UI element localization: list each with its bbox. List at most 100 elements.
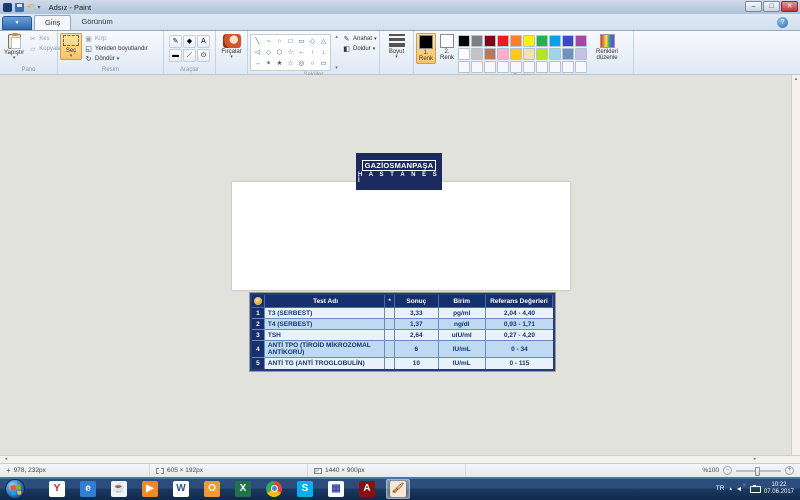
shapes-scrollbar[interactable]: ▴▾ <box>333 34 340 71</box>
shape-button[interactable]: ◇ <box>307 36 318 47</box>
taskbar-icon-word[interactable]: W <box>169 479 193 499</box>
shape-button[interactable]: ○ <box>307 58 318 69</box>
paste-button[interactable]: Yapıştır▾ <box>2 33 26 61</box>
select-button[interactable]: Seç▾ <box>60 33 82 60</box>
drawing-workspace[interactable]: GAZİOSMANPAŞA H A S T A N E S İ Test Adı… <box>0 75 800 455</box>
help-icon[interactable]: ? <box>777 17 788 28</box>
taskbar-icon-outlook[interactable]: O <box>200 479 224 499</box>
palette-color[interactable] <box>549 35 561 47</box>
palette-empty-slot[interactable] <box>523 61 535 73</box>
scroll-left-icon[interactable]: ◂ <box>1 456 11 463</box>
taskbar-icon-adobe-reader[interactable]: A <box>355 479 379 499</box>
outline-button[interactable]: ✎Anahat▾ <box>342 35 377 43</box>
tool-button[interactable]: ⟋ <box>183 49 196 62</box>
copy-button[interactable]: ▱Kopyala <box>28 45 61 53</box>
palette-empty-slot[interactable] <box>575 61 587 73</box>
undo-icon[interactable]: ↶ <box>27 3 35 12</box>
palette-empty-slot[interactable] <box>497 61 509 73</box>
palette-color[interactable] <box>471 48 483 60</box>
language-indicator[interactable]: TR <box>716 485 725 492</box>
canvas[interactable] <box>232 182 570 290</box>
color1-button[interactable]: 1.Renk <box>416 33 436 64</box>
palette-color[interactable] <box>510 48 522 60</box>
palette-color[interactable] <box>575 35 587 47</box>
shape-button[interactable]: ✶ <box>263 58 274 69</box>
brushes-button[interactable]: Fırçalar▾ <box>219 33 243 60</box>
color2-button[interactable]: 2.Renk <box>438 33 456 62</box>
save-icon[interactable] <box>15 3 24 12</box>
rotate-button[interactable]: ↻Döndür▾ <box>84 55 148 63</box>
palette-color[interactable] <box>562 48 574 60</box>
shape-button[interactable]: ~ <box>263 36 274 47</box>
palette-empty-slot[interactable] <box>536 61 548 73</box>
shape-button[interactable]: ▭ <box>296 36 307 47</box>
shape-button[interactable]: ◇ <box>263 47 274 58</box>
palette-color[interactable] <box>458 48 470 60</box>
zoom-out-button[interactable]: − <box>723 466 732 475</box>
shape-button[interactable]: ☆ <box>285 58 296 69</box>
palette-color[interactable] <box>562 35 574 47</box>
size-button[interactable]: Boyut▾ <box>387 33 407 60</box>
palette-color[interactable] <box>484 48 496 60</box>
shape-button[interactable]: ↑ <box>307 47 318 58</box>
scroll-right-icon[interactable]: ▸ <box>750 456 760 463</box>
close-button[interactable]: ✕ <box>781 1 798 12</box>
palette-color[interactable] <box>484 35 496 47</box>
edit-colors-button[interactable]: Renkleri düzenle <box>589 33 625 62</box>
palette-color[interactable] <box>523 35 535 47</box>
shape-button[interactable]: → <box>252 58 263 69</box>
zoom-in-button[interactable]: + <box>785 466 794 475</box>
lab-results-table[interactable]: Test Adı * Sonuç Birim Referans Değerler… <box>250 293 555 371</box>
resize-button[interactable]: ◱Yeniden boyutlandır <box>84 45 148 53</box>
vertical-scrollbar[interactable]: ▴ <box>791 75 800 455</box>
fill-button[interactable]: ◧Doldur▾ <box>342 45 377 53</box>
palette-color[interactable] <box>536 48 548 60</box>
palette-empty-slot[interactable] <box>562 61 574 73</box>
volume-icon[interactable] <box>737 485 745 492</box>
palette-color[interactable] <box>497 48 509 60</box>
start-button[interactable] <box>5 479 25 499</box>
minimize-button[interactable]: – <box>745 1 762 12</box>
palette-empty-slot[interactable] <box>458 61 470 73</box>
crop-button[interactable]: ▣Kırp <box>84 35 148 43</box>
palette-color[interactable] <box>549 48 561 60</box>
maximize-button[interactable]: □ <box>763 1 780 12</box>
palette-color[interactable] <box>471 35 483 47</box>
taskbar-icon-java[interactable]: ☕ <box>107 479 131 499</box>
shape-button[interactable]: △ <box>318 36 329 47</box>
palette-color[interactable] <box>458 35 470 47</box>
taskbar-icon-yandex[interactable]: Y <box>45 479 69 499</box>
palette-color[interactable] <box>523 48 535 60</box>
zoom-slider-thumb[interactable] <box>755 467 760 476</box>
tray-expand-icon[interactable]: ▴ <box>729 486 732 492</box>
palette-color[interactable] <box>510 35 522 47</box>
taskbar-icon-internet-explorer[interactable]: e <box>76 479 100 499</box>
shape-button[interactable]: ○ <box>274 36 285 47</box>
tool-button[interactable]: ▬ <box>169 49 182 62</box>
clock[interactable]: 10:22 07.06.2017 <box>764 482 794 496</box>
shape-button[interactable]: ▭ <box>318 58 329 69</box>
palette-empty-slot[interactable] <box>510 61 522 73</box>
shape-button[interactable]: ★ <box>274 58 285 69</box>
shape-button[interactable]: □ <box>285 36 296 47</box>
palette-color[interactable] <box>497 35 509 47</box>
palette-empty-slot[interactable] <box>471 61 483 73</box>
palette-empty-slot[interactable] <box>484 61 496 73</box>
palette-empty-slot[interactable] <box>549 61 561 73</box>
shape-button[interactable]: ⬡ <box>274 47 285 58</box>
taskbar-icon-media-player[interactable]: ▶ <box>138 479 162 499</box>
tab-view[interactable]: Görünüm <box>71 15 122 30</box>
palette-color[interactable] <box>536 35 548 47</box>
horizontal-scrollbar[interactable]: ◂ ▸ <box>0 455 800 463</box>
taskbar-icon-chrome[interactable] <box>262 479 286 499</box>
shape-button[interactable]: ╲ <box>252 36 263 47</box>
tool-button[interactable]: ⊙ <box>197 49 210 62</box>
cut-button[interactable]: ✂Kes <box>28 35 61 43</box>
scroll-up-icon[interactable]: ▴ <box>792 76 800 82</box>
customize-qat-dropdown-icon[interactable]: ▾ <box>38 4 41 11</box>
file-menu-button[interactable]: ▾ <box>2 16 32 30</box>
taskbar-icon-skype[interactable]: S <box>293 479 317 499</box>
shape-button[interactable]: ↓ <box>318 47 329 58</box>
palette-color[interactable] <box>575 48 587 60</box>
zoom-slider[interactable] <box>736 470 781 472</box>
